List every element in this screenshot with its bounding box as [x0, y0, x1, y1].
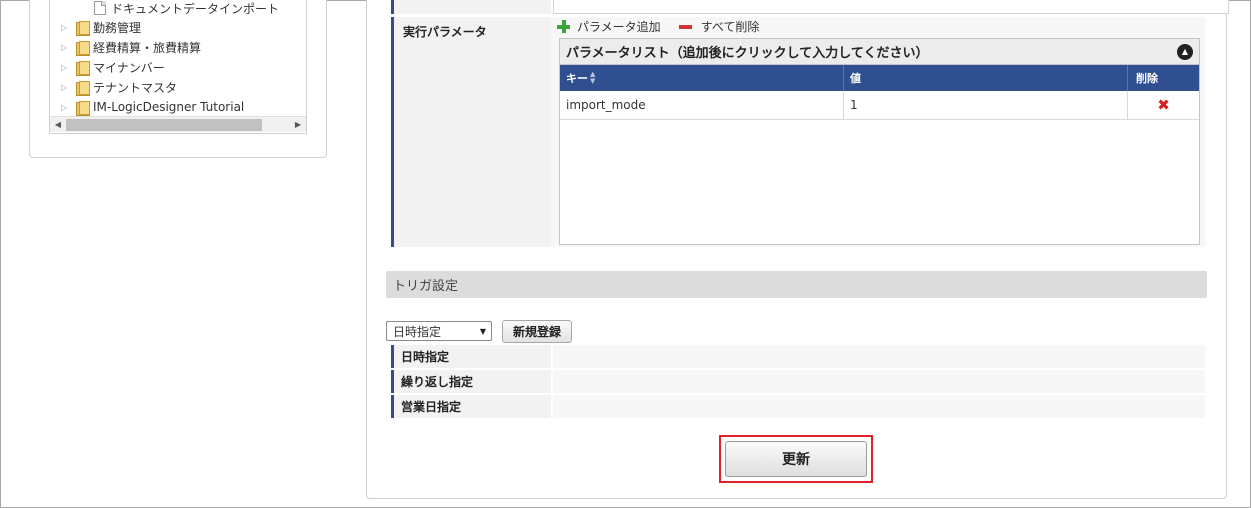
tree-item-tenant-master[interactable]: ▷ テナントマスタ: [61, 77, 177, 97]
add-icon[interactable]: [557, 20, 570, 33]
previous-field-value[interactable]: [553, 0, 1229, 14]
tree-item-label: 経費精算・旅費精算: [93, 40, 202, 55]
trigger-label: 日時指定: [391, 345, 551, 368]
trigger-value: [553, 345, 1205, 368]
param-value: パラメータ追加 すべて削除 パラメータリスト（追加後にクリックして入力してくださ…: [551, 17, 1205, 247]
expand-arrow-icon[interactable]: ▷: [61, 103, 71, 112]
cell-delete: ✖: [1128, 91, 1199, 119]
tree-item-label: 勤務管理: [93, 20, 142, 35]
tree-item-label: マイナンバー: [93, 60, 165, 75]
new-register-button[interactable]: 新規登録: [502, 319, 573, 343]
param-list-title: パラメータリスト（追加後にクリックして入力してください）: [566, 46, 929, 61]
update-button-highlight: 更新: [719, 435, 873, 483]
trigger-row-repeat: 繰り返し指定: [391, 370, 1205, 395]
tree-item-expense[interactable]: ▷ 経費精算・旅費精算: [61, 37, 201, 57]
param-list-header: パラメータリスト（追加後にクリックして入力してください） ▲: [560, 39, 1199, 65]
trigger-table: 日時指定 繰り返し指定 営業日指定: [391, 345, 1205, 420]
trigger-row-business-day: 営業日指定: [391, 395, 1205, 420]
tree-view: ドキュメントデータインポート ▷ 勤務管理 ▷ 経費精算・旅費精算 ▷ マイナン…: [49, 0, 307, 134]
folder-icon: [76, 20, 90, 36]
grid-header: キー ▲ ▼ 値 削除: [560, 65, 1199, 91]
cell-key[interactable]: import_mode: [560, 91, 844, 119]
tree-item-label: ドキュメントデータインポート: [111, 1, 280, 16]
trigger-type-select[interactable]: 日時指定 ▼: [386, 321, 492, 341]
remove-icon[interactable]: [678, 24, 692, 29]
main-panel: 実行パラメータ パラメータ追加 すべて削除 パラメータリスト（追加後にクリックし…: [366, 0, 1229, 499]
trigger-label: 営業日指定: [391, 395, 551, 418]
expand-arrow-icon[interactable]: ▷: [61, 43, 71, 52]
param-row: 実行パラメータ パラメータ追加 すべて削除 パラメータリスト（追加後にクリックし…: [391, 17, 1205, 247]
expand-arrow-icon[interactable]: ▷: [61, 63, 71, 72]
expand-arrow-icon[interactable]: ▷: [61, 83, 71, 92]
trigger-section-header: トリガ設定: [386, 271, 1207, 298]
column-header-value: 値: [844, 65, 1128, 91]
cell-value[interactable]: 1: [844, 91, 1128, 119]
trigger-label: 繰り返し指定: [391, 370, 551, 393]
trigger-section-title: トリガ設定: [393, 279, 459, 294]
collapse-icon[interactable]: ▲: [1177, 44, 1193, 60]
trigger-controls: 日時指定 ▼ 新規登録: [386, 319, 573, 343]
select-value: 日時指定: [393, 324, 442, 339]
column-header-label: キー: [566, 72, 588, 85]
folder-icon: [76, 60, 90, 76]
tree-item-mynumber[interactable]: ▷ マイナンバー: [61, 57, 165, 77]
column-header-delete: 削除: [1136, 72, 1158, 85]
param-label: 実行パラメータ: [391, 17, 551, 247]
trigger-value: [553, 395, 1205, 418]
sort-icon[interactable]: ▲ ▼: [590, 71, 595, 85]
column-header-key[interactable]: キー ▲ ▼: [560, 65, 844, 91]
param-list: パラメータリスト（追加後にクリックして入力してください） ▲ キー ▲ ▼ 値 削…: [559, 38, 1200, 245]
trigger-value: [553, 370, 1205, 393]
folder-icon: [76, 80, 90, 96]
scroll-left-icon[interactable]: ◀: [52, 119, 64, 131]
dropdown-arrow-icon: ▼: [479, 326, 486, 336]
horizontal-scrollbar[interactable]: ◀ ▶: [50, 116, 306, 132]
trigger-row-datetime: 日時指定: [391, 345, 1205, 370]
document-icon: [94, 1, 106, 15]
delete-x-icon[interactable]: ✖: [1157, 96, 1170, 114]
scroll-right-icon[interactable]: ▶: [292, 119, 304, 131]
folder-icon: [76, 40, 90, 56]
tree-item-label: テナントマスタ: [93, 80, 178, 95]
tree-item-attendance[interactable]: ▷ 勤務管理: [61, 17, 141, 37]
param-toolbar: パラメータ追加 すべて削除: [557, 17, 1199, 36]
tree-panel: ドキュメントデータインポート ▷ 勤務管理 ▷ 経費精算・旅費精算 ▷ マイナン…: [29, 0, 327, 158]
previous-field-row: [391, 0, 1229, 14]
scroll-thumb[interactable]: [66, 119, 262, 131]
tree-item-logicdesigner-tutorial[interactable]: ▷ IM-LogicDesigner Tutorial: [61, 97, 244, 117]
tree-item-label: IM-LogicDesigner Tutorial: [93, 100, 245, 114]
table-row[interactable]: import_mode 1 ✖: [560, 91, 1199, 120]
folder-icon: [76, 100, 90, 116]
tree-item-document-import[interactable]: ドキュメントデータインポート: [94, 0, 279, 18]
add-param-link[interactable]: パラメータ追加: [577, 18, 661, 35]
previous-field-label: [391, 0, 551, 14]
update-button[interactable]: 更新: [725, 441, 867, 477]
delete-all-link[interactable]: すべて削除: [701, 18, 760, 35]
expand-arrow-icon[interactable]: ▷: [61, 23, 71, 32]
